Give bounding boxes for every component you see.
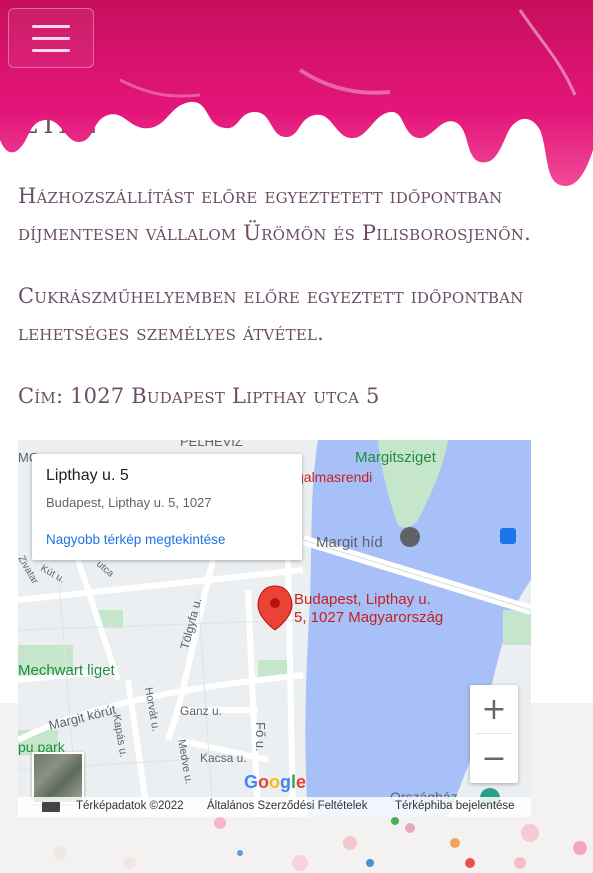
- map-label: Kacsa u.: [200, 751, 247, 765]
- address-line: Cím: 1027 Budapest Lipthay utca 5: [18, 384, 380, 408]
- google-map[interactable]: Margitsziget Margit híd Mechwart liget M…: [18, 440, 531, 817]
- map-label: Mechwart liget: [18, 662, 116, 679]
- map-label: Fő u.: [253, 722, 268, 752]
- monument-icon: [400, 527, 420, 547]
- map-info-card: Lipthay u. 5 Budapest, Lipthay u. 5, 102…: [32, 454, 302, 560]
- map-data-credit: Térképadatok ©2022: [76, 800, 184, 812]
- map-label: Margit híd: [316, 534, 383, 551]
- report-error-link[interactable]: Térképhiba bejelentése: [395, 800, 515, 812]
- zoom-out-button[interactable]: −: [470, 734, 518, 782]
- hamburger-menu-icon: [32, 36, 70, 40]
- larger-map-link[interactable]: Nagyobb térkép megtekintése: [46, 532, 225, 547]
- hamburger-menu-button[interactable]: [8, 8, 94, 68]
- map-footer: Térképadatok ©2022 Általános Szerződési …: [18, 797, 531, 817]
- terms-link[interactable]: Általános Szerződési Feltételek: [207, 800, 367, 812]
- map-place-title: Lipthay u. 5: [46, 467, 129, 484]
- map-place-address: Budapest, Lipthay u. 5, 1027: [46, 495, 212, 510]
- pickup-paragraph: Cukrászműhelyemben előre egyeztett időpo…: [18, 284, 524, 345]
- map-label: Ganz u.: [180, 704, 222, 718]
- ferry-icon: [500, 528, 516, 544]
- keyboard-icon[interactable]: [42, 802, 60, 812]
- hamburger-menu-icon: [32, 24, 70, 28]
- map-label: galmasrendi: [296, 469, 372, 485]
- map-label: PELHEVIZ: [180, 440, 243, 449]
- marker-label: 5, 1027 Magyarország: [294, 609, 443, 626]
- map-label: Margitsziget: [355, 449, 437, 466]
- google-logo: Google: [244, 772, 307, 792]
- hamburger-menu-icon: [32, 48, 70, 52]
- zoom-controls: + −: [470, 685, 518, 783]
- marker-label: Budapest, Lipthay u.: [294, 591, 431, 608]
- zoom-in-button[interactable]: +: [470, 685, 518, 733]
